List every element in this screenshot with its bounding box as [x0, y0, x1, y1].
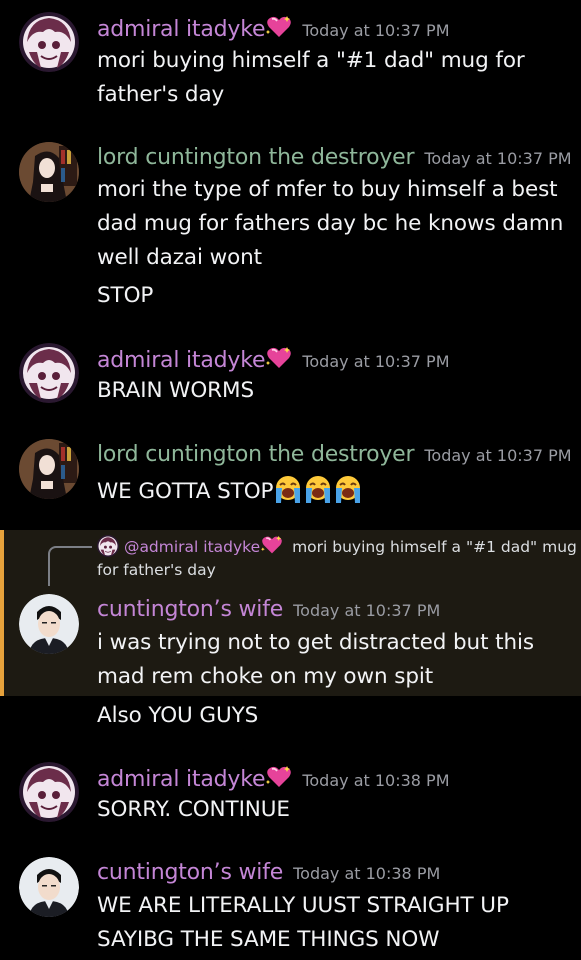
- message-header: admiral itadyke Today at 10:38 PM: [97, 765, 450, 792]
- message-line: Also YOU GUYS: [97, 703, 259, 728]
- message-line: i was trying not to get distracted but t…: [97, 630, 534, 655]
- timestamp[interactable]: Today at 10:38 PM: [293, 864, 440, 883]
- message-line: mori buying himself a "#1 dad" mug for: [97, 48, 525, 73]
- message-line: SAYIBG THE SAME THINGS NOW: [97, 927, 440, 952]
- message-header: lord cuntington the destroyer Today at 10…: [97, 145, 572, 170]
- message-header: admiral itadyke Today at 10:37 PM: [97, 346, 450, 373]
- message-line: WE GOTTA STOP: [97, 474, 363, 504]
- avatar-lord-cuntington[interactable]: [19, 142, 79, 202]
- message-line: WE ARE LITERALLY UUST STRAIGHT UP: [97, 893, 509, 918]
- sparkling-heart-icon: [266, 15, 292, 39]
- timestamp[interactable]: Today at 10:38 PM: [302, 771, 449, 790]
- reply-preview[interactable]: @admiral itadyke mori buying himself a "…: [97, 535, 577, 557]
- reply-text: mori buying himself a "#1 dad" mug: [292, 538, 577, 556]
- loudly-crying-face-icon: [333, 474, 363, 504]
- message-line: mad rem choke on my own spit: [97, 664, 434, 689]
- timestamp[interactable]: Today at 10:37 PM: [302, 21, 449, 40]
- message-line: dad mug for fathers day bc he knows damn: [97, 211, 564, 236]
- avatar-cuntingtons-wife[interactable]: [19, 857, 79, 917]
- avatar-lord-cuntington[interactable]: [19, 439, 79, 499]
- message-header: admiral itadyke Today at 10:37 PM: [97, 15, 450, 42]
- loudly-crying-face-icon: [273, 474, 303, 504]
- message-text: WE GOTTA STOP: [97, 479, 274, 504]
- author-name[interactable]: admiral itadyke: [97, 348, 266, 373]
- reply-connector: [48, 546, 92, 586]
- author-name[interactable]: lord cuntington the destroyer: [97, 145, 415, 170]
- timestamp[interactable]: Today at 10:37 PM: [424, 149, 571, 168]
- author-name[interactable]: lord cuntington the destroyer: [97, 442, 415, 467]
- sparkling-heart-icon: [266, 765, 292, 789]
- timestamp[interactable]: Today at 10:37 PM: [424, 446, 571, 465]
- message-feed: admiral itadyke Today at 10:37 PM mori bu…: [0, 0, 581, 960]
- author-name[interactable]: admiral itadyke: [97, 17, 266, 42]
- message-line: STOP: [97, 283, 154, 308]
- avatar-admiral-itadyke[interactable]: [19, 343, 79, 403]
- author-name[interactable]: cuntington’s wife: [97, 597, 283, 622]
- sparkling-heart-icon: [266, 346, 292, 370]
- message-line: mori the type of mfer to buy himself a b…: [97, 177, 558, 202]
- reply-avatar: [97, 535, 119, 557]
- message-header: lord cuntington the destroyer Today at 10…: [97, 442, 572, 467]
- author-name[interactable]: admiral itadyke: [97, 767, 266, 792]
- loudly-crying-face-icon: [303, 474, 333, 504]
- author-name[interactable]: cuntington’s wife: [97, 860, 283, 885]
- timestamp[interactable]: Today at 10:37 PM: [293, 601, 440, 620]
- message-header: cuntington’s wife Today at 10:38 PM: [97, 860, 440, 885]
- message-line: SORRY. CONTINUE: [97, 797, 290, 822]
- reply-mention[interactable]: @admiral itadyke: [124, 538, 260, 556]
- message-line: BRAIN WORMS: [97, 378, 255, 403]
- avatar-admiral-itadyke[interactable]: [19, 12, 79, 72]
- timestamp[interactable]: Today at 10:37 PM: [302, 352, 449, 371]
- message-line: father's day: [97, 82, 225, 107]
- message-header: cuntington’s wife Today at 10:37 PM: [97, 597, 440, 622]
- sparkling-heart-icon: [261, 535, 283, 555]
- reply-text-continued: for father's day: [97, 561, 216, 579]
- avatar-cuntingtons-wife[interactable]: [19, 594, 79, 654]
- message-line: well dazai wont: [97, 245, 262, 270]
- avatar-admiral-itadyke[interactable]: [19, 762, 79, 822]
